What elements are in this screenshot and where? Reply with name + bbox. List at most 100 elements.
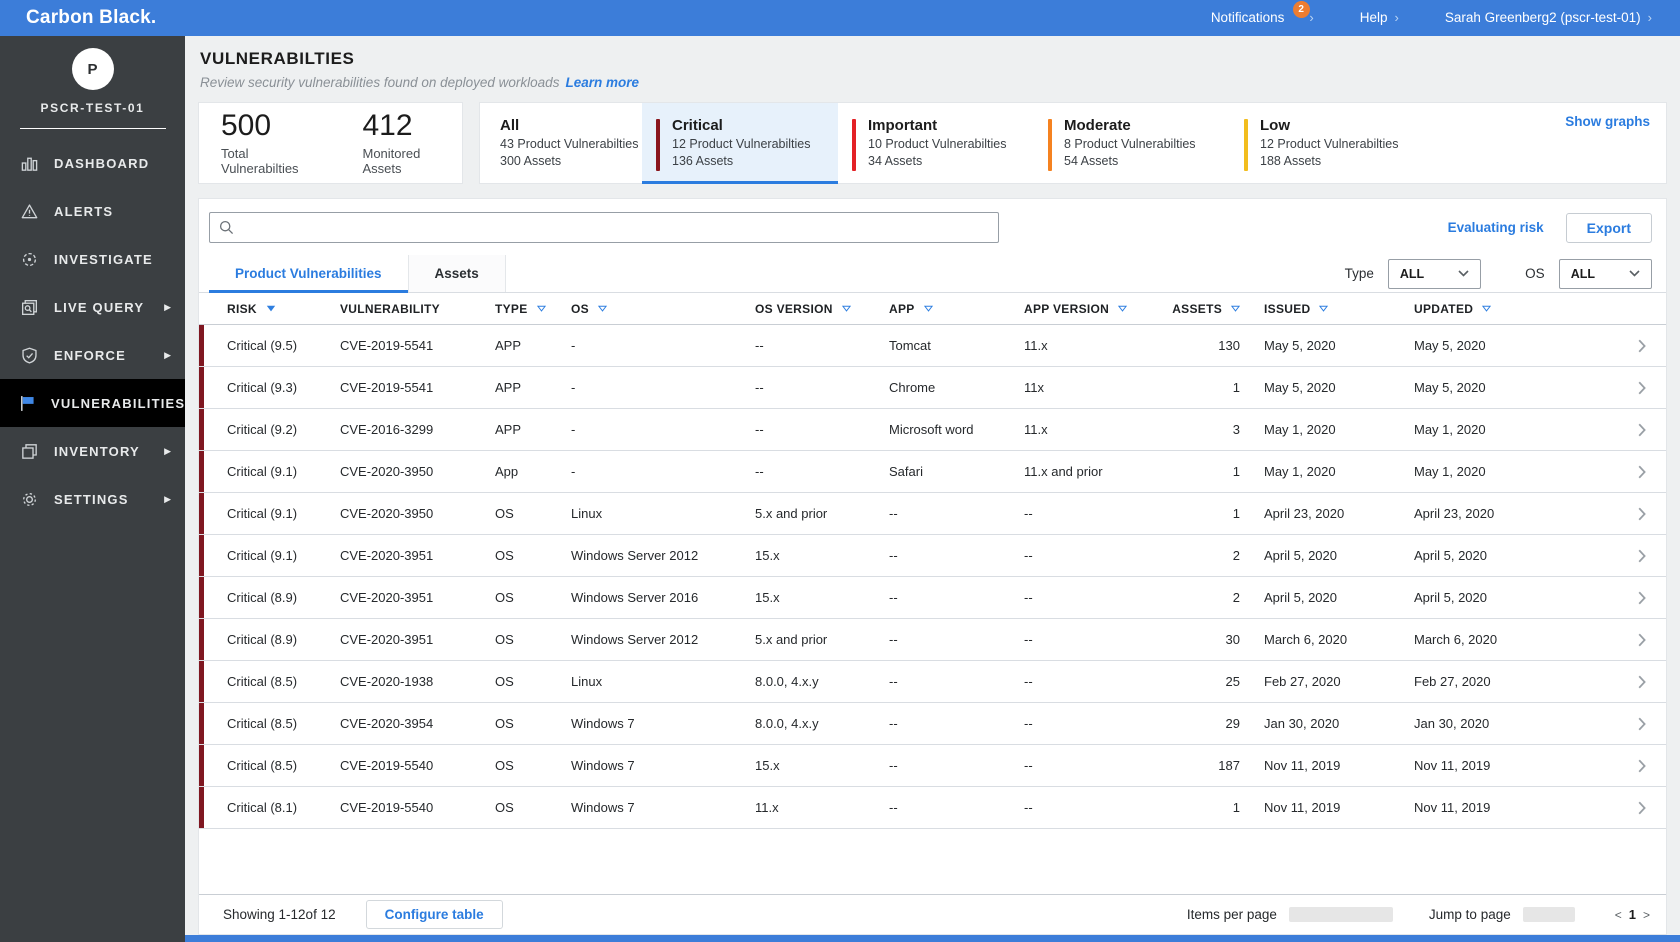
cell-vulnerability: CVE-2019-5541: [340, 380, 434, 395]
column-header-label: TYPE: [495, 301, 528, 316]
cell-os-version: 11.x: [755, 800, 779, 815]
severity-tab-critical[interactable]: Critical 12 Product Vulnerabilties 136 Ass…: [642, 103, 838, 184]
table-row[interactable]: Critical (9.3) CVE-2019-5541 APP - -- Chrome 1…: [199, 367, 1666, 409]
column-header-updated[interactable]: UPDATED: [1414, 302, 1618, 316]
row-chevron-icon[interactable]: [1638, 339, 1646, 353]
sidebar-item-vulnerabilities[interactable]: VULNERABILITIES: [0, 379, 185, 427]
cell-issued: Jan 30, 2020: [1264, 716, 1340, 731]
org-switcher[interactable]: P PSCR-TEST-01: [0, 36, 185, 129]
row-chevron-icon[interactable]: [1638, 549, 1646, 563]
jump-to-page-input[interactable]: [1522, 907, 1575, 922]
sidebar-item-alerts[interactable]: ALERTS: [0, 187, 185, 235]
column-header-app-version[interactable]: APP VERSION: [1024, 302, 1164, 316]
row-chevron-icon[interactable]: [1638, 633, 1646, 647]
cell-vulnerability: CVE-2020-3950: [340, 464, 434, 479]
notifications-menu[interactable]: Notifications 2 ›: [1211, 1, 1314, 26]
severity-tab-important[interactable]: Important 10 Product Vulnerabilties 34 Ass…: [838, 103, 1034, 183]
column-header-assets[interactable]: ASSETS: [1164, 302, 1264, 316]
table-row[interactable]: Critical (8.5) CVE-2020-3954 OS Windows 7 8.…: [199, 703, 1666, 745]
user-menu[interactable]: Sarah Greenberg2 (pscr-test-01) ›: [1445, 10, 1652, 26]
column-header-vulnerability[interactable]: VULNERABILITY: [340, 302, 495, 316]
os-filter-value: ALL: [1570, 266, 1595, 281]
row-chevron-icon[interactable]: [1638, 801, 1646, 815]
row-chevron-icon[interactable]: [1638, 465, 1646, 479]
sort-icon: [1482, 305, 1492, 312]
next-page-button[interactable]: >: [1643, 908, 1650, 922]
column-header-app[interactable]: APP: [889, 302, 1024, 316]
page-subtitle-text: Review security vulnerabilities found on…: [200, 75, 560, 90]
table-footer: Showing 1-12of 12 Configure table Items …: [199, 894, 1666, 934]
items-per-page-input[interactable]: [1288, 907, 1393, 922]
table-row[interactable]: Critical (9.1) CVE-2020-3951 OS Windows Ser…: [199, 535, 1666, 577]
table-row[interactable]: Critical (8.9) CVE-2020-3951 OS Windows Ser…: [199, 577, 1666, 619]
sidebar-item-inventory[interactable]: INVENTORY ▶: [0, 427, 185, 475]
show-graphs-link[interactable]: Show graphs: [1565, 114, 1650, 129]
table-row[interactable]: Critical (9.2) CVE-2016-3299 APP - -- Microso…: [199, 409, 1666, 451]
cell-app-version: 11x: [1024, 380, 1044, 395]
cell-app-version: --: [1024, 632, 1033, 647]
cell-risk: Critical (8.5): [227, 674, 298, 689]
type-filter-select[interactable]: ALL: [1387, 258, 1482, 289]
row-chevron-icon[interactable]: [1638, 507, 1646, 521]
cell-issued: Nov 11, 2019: [1264, 800, 1341, 815]
showing-count: Showing 1-12of 12: [223, 907, 336, 922]
sidebar-item-label: ALERTS: [54, 203, 114, 219]
column-header-os[interactable]: OS: [571, 302, 755, 316]
cell-assets: 1: [1232, 506, 1240, 521]
brand-logo[interactable]: Carbon Black.: [0, 7, 156, 29]
table-row[interactable]: Critical (8.1) CVE-2019-5540 OS Windows 7 11…: [199, 787, 1666, 829]
evaluating-risk-link[interactable]: Evaluating risk: [1448, 220, 1544, 235]
column-header-label: VULNERABILITY: [340, 301, 440, 316]
target-icon: [18, 249, 40, 269]
column-header-os-version[interactable]: OS VERSION: [755, 302, 889, 316]
tab-assets[interactable]: Assets: [407, 255, 506, 292]
sidebar-item-live-query[interactable]: LIVE QUERY ▶: [0, 283, 185, 331]
cell-assets: 2: [1232, 548, 1240, 563]
row-chevron-icon[interactable]: [1638, 717, 1646, 731]
search-input[interactable]: [242, 220, 989, 235]
cell-vulnerability: CVE-2020-3950: [340, 506, 434, 521]
top-navigation-bar: Carbon Black. Notifications 2 › Help › S…: [0, 0, 1680, 36]
row-chevron-icon[interactable]: [1638, 423, 1646, 437]
severity-tab-moderate[interactable]: Moderate 8 Product Vulnerabilties 54 Asset…: [1034, 103, 1230, 183]
sidebar-item-enforce[interactable]: ENFORCE ▶: [0, 331, 185, 379]
sidebar-item-settings[interactable]: SETTINGS ▶: [0, 475, 185, 523]
os-filter-select[interactable]: ALL: [1558, 258, 1652, 289]
severity-tab-low[interactable]: Low 12 Product Vulnerabilties 188 Assets: [1230, 103, 1426, 183]
tab-product-vulnerabilities[interactable]: Product Vulnerabilities: [209, 255, 408, 293]
cell-type: OS: [495, 800, 514, 815]
column-header-type[interactable]: TYPE: [495, 302, 571, 316]
cell-risk: Critical (9.2): [227, 422, 298, 437]
row-chevron-icon[interactable]: [1638, 759, 1646, 773]
prev-page-button[interactable]: <: [1615, 908, 1622, 922]
cell-app-version: --: [1024, 716, 1033, 731]
severity-tab-all[interactable]: All 43 Product Vulnerabilties 300 Assets: [480, 103, 642, 183]
configure-table-button[interactable]: Configure table: [365, 900, 503, 929]
sidebar-item-dashboard[interactable]: DASHBOARD: [0, 139, 185, 187]
chevron-down-icon: [1458, 270, 1469, 277]
table-row[interactable]: Critical (8.9) CVE-2020-3951 OS Windows Ser…: [199, 619, 1666, 661]
column-header-issued[interactable]: ISSUED: [1264, 302, 1414, 316]
cell-type: OS: [495, 716, 514, 731]
row-chevron-icon[interactable]: [1638, 381, 1646, 395]
row-chevron-icon[interactable]: [1638, 675, 1646, 689]
cell-updated: March 6, 2020: [1414, 632, 1498, 647]
cell-vulnerability: CVE-2020-3951: [340, 548, 434, 563]
sidebar-item-investigate[interactable]: INVESTIGATE: [0, 235, 185, 283]
search-box[interactable]: [209, 212, 999, 243]
export-button[interactable]: Export: [1565, 212, 1652, 243]
row-chevron-icon[interactable]: [1638, 591, 1646, 605]
table-row[interactable]: Critical (9.5) CVE-2019-5541 APP - -- Tomcat 1…: [199, 325, 1666, 367]
cell-risk: Critical (9.5): [227, 338, 298, 353]
help-menu[interactable]: Help ›: [1360, 10, 1399, 26]
cell-assets: 29: [1225, 716, 1240, 731]
table-row[interactable]: Critical (9.1) CVE-2020-3950 App - -- Safari 1…: [199, 451, 1666, 493]
cell-risk: Critical (9.1): [227, 548, 298, 563]
table-row[interactable]: Critical (8.5) CVE-2020-1938 OS Linux 8.0.0,…: [199, 661, 1666, 703]
monitored-assets-label: Monitored Assets: [362, 146, 421, 177]
table-row[interactable]: Critical (8.5) CVE-2019-5540 OS Windows 7 15…: [199, 745, 1666, 787]
table-row[interactable]: Critical (9.1) CVE-2020-3950 OS Linux 5.x an…: [199, 493, 1666, 535]
column-header-risk[interactable]: RISK: [199, 302, 340, 316]
learn-more-link[interactable]: Learn more: [565, 75, 639, 90]
page-title: VULNERABILTIES: [200, 49, 355, 68]
